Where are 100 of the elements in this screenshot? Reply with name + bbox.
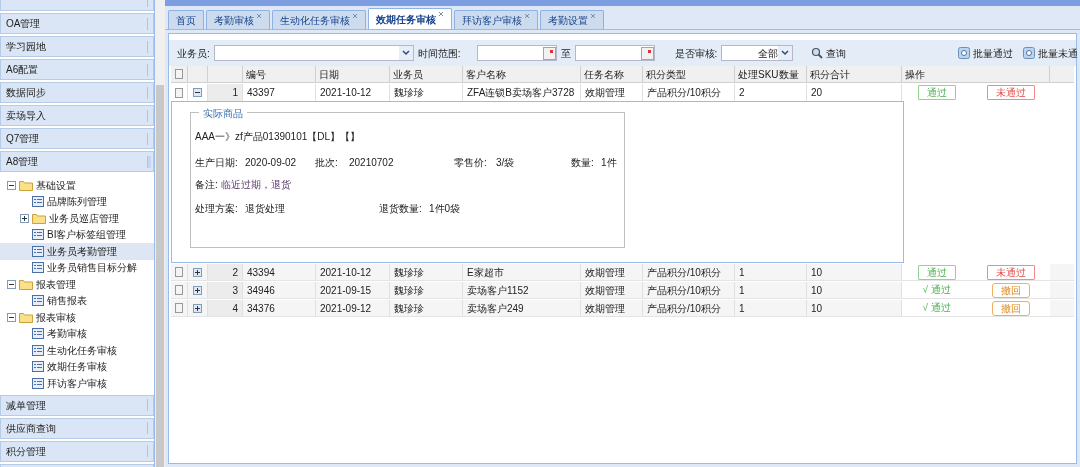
tab[interactable]: 效期任务审核 — [368, 8, 452, 29]
column-header[interactable]: 积分合计 — [807, 66, 902, 82]
column-header[interactable]: 编号 — [243, 66, 316, 82]
column-header[interactable]: 业务员 — [390, 66, 463, 82]
tree-item[interactable]: 业务员巡店管理 — [0, 210, 154, 227]
audit-select[interactable]: 全部 — [721, 45, 794, 61]
field-value: 临近过期，退货 — [220, 177, 291, 192]
batch-approve-button[interactable]: 批量通过 — [958, 45, 1013, 61]
row-number: 3 — [208, 282, 243, 298]
column-header[interactable]: 积分类型 — [643, 66, 735, 82]
table-cell: 2021-09-15 — [316, 282, 390, 298]
tree-item[interactable]: 业务员考勤管理 — [0, 243, 154, 260]
reject-button[interactable]: 未通过 — [986, 264, 1035, 280]
row-checkbox[interactable] — [175, 87, 183, 98]
table-cell: 产品积分/10积分 — [643, 300, 735, 316]
tab[interactable]: 考勤设置 — [540, 10, 604, 29]
tab[interactable]: 生动化任务审核 — [272, 10, 366, 29]
tree-item[interactable]: 效期任务审核 — [0, 358, 154, 375]
dropdown-icon[interactable] — [778, 46, 793, 60]
field-value: 1件 — [601, 155, 618, 170]
field-label: 处理方案: — [195, 201, 239, 216]
page-icon — [32, 262, 44, 274]
page-icon — [32, 344, 44, 356]
dropdown-icon[interactable] — [398, 46, 413, 60]
reject-button[interactable]: 未通过 — [986, 85, 1035, 100]
row-checkbox[interactable] — [175, 267, 183, 277]
field-label: 业务员: — [177, 46, 210, 61]
select-all-checkbox[interactable] — [175, 69, 183, 79]
tree-item[interactable]: 报表管理 — [0, 276, 154, 293]
sidebar-section-header[interactable]: 供应商查询 — [0, 417, 154, 439]
tree-item[interactable]: 拜访客户审核 — [0, 375, 154, 392]
approved-status: √ 通过 — [922, 282, 951, 297]
field-label: 至 — [560, 46, 571, 61]
expand-icon[interactable] — [193, 303, 202, 313]
expand-icon[interactable] — [193, 267, 202, 277]
tree-item[interactable]: 品牌陈列管理 — [0, 193, 154, 210]
field-label: 退货数量: — [379, 201, 423, 216]
table-cell: 34376 — [243, 300, 316, 316]
sidebar-section-header[interactable]: 学习园地 — [0, 36, 154, 57]
column-header[interactable]: 处理SKU数量 — [735, 66, 807, 82]
close-icon[interactable] — [256, 13, 262, 19]
table-cell: 魏珍珍 — [390, 264, 463, 280]
tree-item[interactable]: 考勤审核 — [0, 325, 154, 342]
table-cell: 效期管理 — [581, 300, 643, 316]
table-cell: E家超市 — [463, 264, 581, 280]
tree-toggle-icon[interactable] — [7, 279, 16, 289]
close-icon[interactable] — [352, 13, 358, 19]
tab[interactable]: 考勤审核 — [206, 10, 270, 29]
sidebar-section-header[interactable]: A8管理 — [0, 151, 154, 172]
sidebar-section-header[interactable]: 积分管理 — [0, 440, 154, 462]
calendar-icon[interactable] — [640, 46, 654, 60]
folder-icon — [19, 278, 33, 290]
date-field[interactable] — [574, 45, 655, 61]
close-icon[interactable] — [590, 13, 596, 19]
sidebar-section-header[interactable]: 卖场导入 — [0, 105, 154, 126]
sidebar-section-header[interactable]: OA管理 — [0, 13, 154, 34]
field-value: 3/袋 — [496, 155, 516, 170]
column-header[interactable]: 日期 — [316, 66, 390, 82]
table-cell: 43394 — [243, 264, 316, 280]
sidebar-section-header[interactable]: 数据同步 — [0, 82, 154, 103]
table-cell: 1 — [735, 300, 807, 316]
tree-toggle-icon[interactable] — [7, 312, 16, 322]
search-icon — [811, 47, 824, 59]
table-cell: 34946 — [243, 282, 316, 298]
tree-item[interactable]: 基础设置 — [0, 177, 154, 194]
row-number: 1 — [208, 84, 243, 101]
close-icon[interactable] — [438, 11, 444, 17]
search-button[interactable]: 查询 — [811, 45, 847, 61]
sidebar-section-header[interactable]: A6配置 — [0, 59, 154, 80]
scrollbar[interactable] — [155, 0, 165, 467]
disk-icon — [1023, 47, 1035, 59]
field-label: 备注: — [195, 177, 218, 192]
folder-icon — [32, 212, 46, 224]
row-number: 2 — [208, 264, 243, 280]
date-field[interactable] — [476, 45, 557, 61]
field-label: 生产日期: — [195, 155, 239, 170]
page-icon — [32, 295, 44, 307]
sidebar-section-header[interactable]: 减单管理 — [0, 394, 154, 416]
tree-item[interactable]: 销售报表 — [0, 292, 154, 309]
column-header[interactable]: 客户名称 — [463, 66, 581, 82]
tab[interactable]: 首页 — [168, 10, 204, 29]
tree-toggle-icon[interactable] — [20, 213, 29, 223]
calendar-icon[interactable] — [542, 46, 556, 60]
row-checkbox[interactable] — [175, 303, 183, 313]
sidebar-section-header[interactable]: Q7管理 — [0, 128, 154, 149]
column-header[interactable]: 操作 — [902, 66, 1050, 82]
close-icon[interactable] — [524, 13, 530, 19]
tree-toggle-icon[interactable] — [7, 180, 16, 190]
row-checkbox[interactable] — [175, 285, 183, 295]
tab[interactable]: 拜访客户审核 — [454, 10, 538, 29]
table-cell: 产品积分/10积分 — [643, 282, 735, 298]
column-header[interactable]: 任务名称 — [581, 66, 643, 82]
batch-reject-button[interactable]: 批量未通 — [1023, 45, 1078, 61]
tree-item[interactable]: 业务员销售目标分解 — [0, 259, 154, 276]
tree-item[interactable]: 报表审核 — [0, 309, 154, 326]
tree-item[interactable]: BI客户标签组管理 — [0, 226, 154, 243]
collapse-icon[interactable] — [193, 88, 202, 97]
expand-icon[interactable] — [193, 285, 202, 295]
tree-item[interactable]: 生动化任务审核 — [0, 342, 154, 359]
page-icon — [32, 196, 44, 208]
